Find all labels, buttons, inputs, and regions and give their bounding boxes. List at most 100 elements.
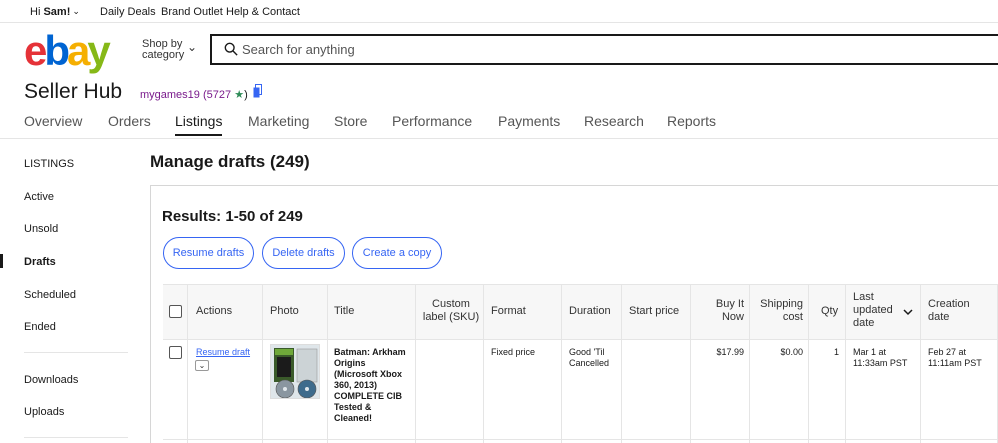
column-header-shipping-cost[interactable]: Shipping cost xyxy=(752,298,803,324)
chevron-down-icon: ⌄ xyxy=(72,6,80,16)
sidebar-heading: LISTINGS xyxy=(24,158,75,170)
column-header-title[interactable]: Title xyxy=(334,305,354,318)
last-updated-line1: Last xyxy=(853,291,874,303)
column-divider xyxy=(483,284,484,443)
listing-title[interactable]: Batman: Arkham Origins (Microsoft Xbox 3… xyxy=(334,347,406,424)
column-divider xyxy=(187,284,188,443)
brand-outlet-link[interactable]: Brand Outlet xyxy=(161,6,223,18)
daily-deals-link[interactable]: Daily Deals xyxy=(100,6,156,18)
column-header-buy-it-now[interactable]: Buy It Now xyxy=(700,298,744,324)
duration-line2: Cancelled xyxy=(569,358,610,368)
title-line: 360, 2013) xyxy=(334,380,378,390)
feedback-score[interactable]: (5727 xyxy=(203,89,231,101)
listing-creation-date: Feb 27 at 11:11am PST xyxy=(928,347,982,369)
sidebar-item-downloads[interactable]: Downloads xyxy=(24,374,78,386)
listing-duration: Good 'Til Cancelled xyxy=(569,347,609,369)
row-divider xyxy=(163,439,998,440)
column-header-custom-label[interactable]: Custom label (SKU) xyxy=(421,298,481,324)
last-updated-value-line1: Mar 1 at xyxy=(853,347,887,357)
column-header-duration[interactable]: Duration xyxy=(569,305,611,318)
column-divider xyxy=(561,284,562,443)
column-header-creation-date[interactable]: Creation date xyxy=(928,298,970,324)
creation-line2: date xyxy=(928,311,950,323)
star-icon: ★ xyxy=(234,89,245,101)
created-value-line1: Feb 27 at xyxy=(928,347,967,357)
created-value-line2: 11:11am PST xyxy=(928,358,982,368)
greeting-user-name: Sam! xyxy=(43,6,71,18)
ebay-logo[interactable]: ebay xyxy=(24,30,111,72)
sidebar-divider xyxy=(24,437,128,438)
title-line: Batman: Arkham xyxy=(334,347,406,357)
row-checkbox[interactable] xyxy=(169,346,182,359)
sidebar-item-unsold[interactable]: Unsold xyxy=(24,223,58,235)
tab-overview[interactable]: Overview xyxy=(24,113,82,134)
resume-draft-link[interactable]: Resume draft xyxy=(196,347,250,358)
tab-listings[interactable]: Listings xyxy=(175,113,223,136)
search-bar xyxy=(210,34,998,65)
column-divider xyxy=(262,284,263,443)
search-input[interactable] xyxy=(242,39,842,59)
listing-format: Fixed price xyxy=(491,347,536,357)
column-divider xyxy=(808,284,809,443)
shop-by-line2: category xyxy=(142,49,185,61)
last-updated-line2: updated xyxy=(853,304,893,316)
last-updated-line3: date xyxy=(853,317,875,329)
delete-drafts-button[interactable]: Delete drafts xyxy=(262,237,345,269)
duration-line1: Good 'Til xyxy=(569,347,605,357)
listing-shipping-cost: $0.00 xyxy=(780,347,803,357)
sidebar-item-drafts[interactable]: Drafts xyxy=(24,256,56,268)
title-line: Cleaned! xyxy=(334,413,373,423)
listing-buy-it-now: $17.99 xyxy=(716,347,744,357)
tab-performance[interactable]: Performance xyxy=(392,113,472,134)
column-header-last-updated[interactable]: Last updated date xyxy=(853,291,893,330)
shop-by-category-button[interactable]: Shop by category xyxy=(142,39,184,61)
greeting-prefix: Hi xyxy=(30,6,41,18)
buy-it-now-line1: Buy It xyxy=(715,298,744,310)
custom-label-line2: label (SKU) xyxy=(422,311,480,323)
results-count: Results: 1-50 of 249 xyxy=(162,208,303,225)
clipboard-icon[interactable] xyxy=(253,84,262,98)
listing-last-updated: Mar 1 at 11:33am PST xyxy=(853,347,907,369)
column-header-format[interactable]: Format xyxy=(491,305,526,318)
game-case-image xyxy=(271,345,319,398)
help-contact-link[interactable]: Help & Contact xyxy=(226,6,300,18)
sidebar-item-ended[interactable]: Ended xyxy=(24,321,56,333)
tab-payments[interactable]: Payments xyxy=(498,113,560,134)
seller-username-link[interactable]: mygames19 xyxy=(140,89,200,101)
main-tabs: Overview Orders Listings Marketing Store… xyxy=(0,112,998,139)
search-icon xyxy=(224,42,238,56)
page-title: Manage drafts (249) xyxy=(150,152,310,171)
tab-orders[interactable]: Orders xyxy=(108,113,151,134)
feedback-close: ) xyxy=(244,89,248,101)
tab-store[interactable]: Store xyxy=(334,113,367,134)
sidebar-item-uploads[interactable]: Uploads xyxy=(24,406,64,418)
column-divider xyxy=(690,284,691,443)
column-divider xyxy=(749,284,750,443)
sidebar-active-indicator xyxy=(0,254,3,268)
column-divider xyxy=(415,284,416,443)
sort-descending-icon[interactable] xyxy=(903,309,913,316)
greeting-menu[interactable]: Hi Sam! ⌄ xyxy=(30,6,80,18)
row-actions-dropdown[interactable]: ⌄ xyxy=(195,360,209,371)
sidebar-item-scheduled[interactable]: Scheduled xyxy=(24,289,76,301)
column-divider xyxy=(621,284,622,443)
column-header-actions: Actions xyxy=(196,305,233,317)
last-updated-value-line2: 11:33am PST xyxy=(853,358,908,368)
listing-qty: 1 xyxy=(833,347,839,357)
tab-reports[interactable]: Reports xyxy=(667,113,716,134)
column-header-photo: Photo xyxy=(270,305,299,317)
seller-info: mygames19 (5727 ★) xyxy=(140,88,248,101)
column-header-qty[interactable]: Qty xyxy=(821,305,838,318)
tab-marketing[interactable]: Marketing xyxy=(248,113,309,134)
create-copy-button[interactable]: Create a copy xyxy=(352,237,442,269)
title-line: (Microsoft Xbox xyxy=(334,369,403,379)
column-divider xyxy=(327,284,328,443)
chevron-down-icon[interactable]: ⌄ xyxy=(187,40,197,54)
tab-research[interactable]: Research xyxy=(584,113,644,134)
listing-photo[interactable] xyxy=(270,344,320,399)
resume-drafts-button[interactable]: Resume drafts xyxy=(163,237,254,269)
sidebar-item-active[interactable]: Active xyxy=(24,191,54,203)
select-all-checkbox[interactable] xyxy=(169,305,182,318)
column-header-start-price[interactable]: Start price xyxy=(629,305,679,318)
custom-label-line1: Custom xyxy=(432,298,470,310)
